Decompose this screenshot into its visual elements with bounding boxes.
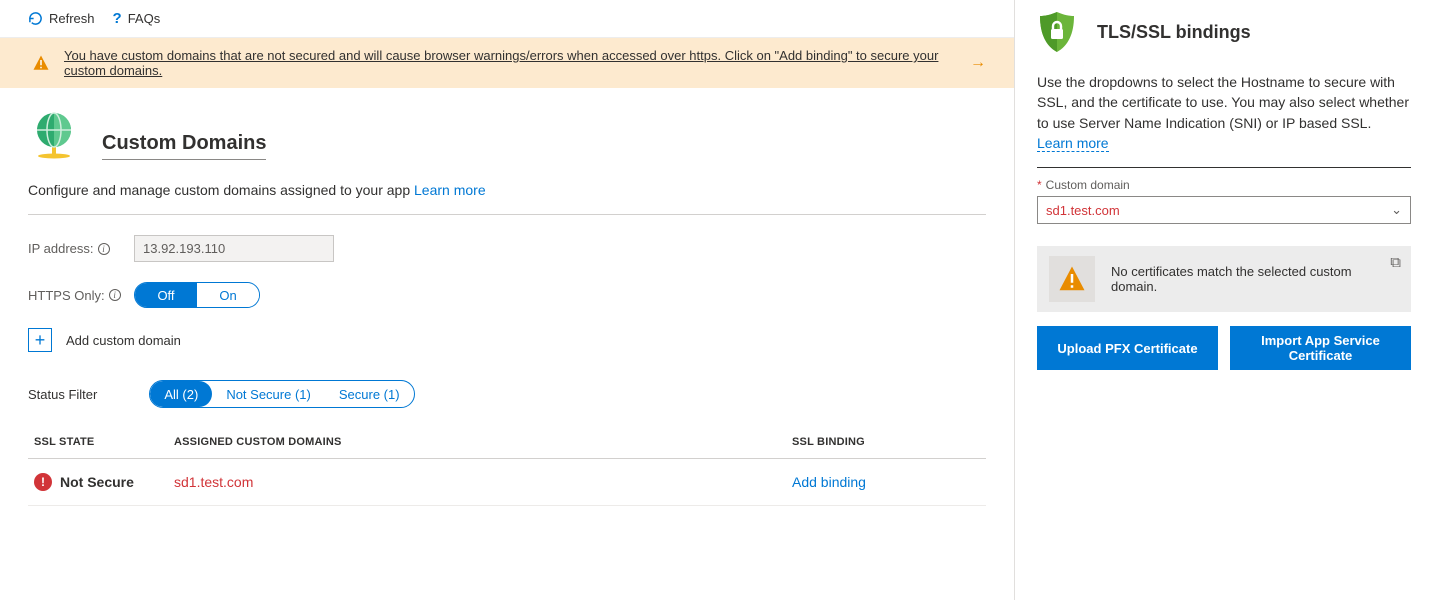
panel-button-row: Upload PFX Certificate Import App Servic… [1037, 326, 1411, 370]
divider [28, 214, 986, 215]
alert-icon: ! [34, 473, 52, 491]
main-area: Refresh ? FAQs You have custom domains t… [0, 0, 1015, 600]
page-header: Custom Domains [28, 108, 986, 160]
faqs-button[interactable]: ? FAQs [113, 10, 161, 27]
https-toggle[interactable]: Off On [134, 282, 260, 308]
refresh-icon [28, 11, 43, 26]
warning-icon [1057, 264, 1087, 294]
add-domain-label: Add custom domain [66, 333, 181, 348]
panel-header: TLS/SSL bindings [1037, 10, 1411, 54]
custom-domain-select[interactable]: sd1.test.com ⌄ [1037, 196, 1411, 224]
alert-icon-wrap [1049, 256, 1095, 302]
warning-icon [32, 54, 50, 72]
panel-desc: Use the dropdowns to select the Hostname… [1037, 72, 1411, 153]
info-icon[interactable]: i [109, 289, 121, 301]
add-binding-link[interactable]: Add binding [786, 459, 986, 506]
status-filter-row: Status Filter All (2) Not Secure (1) Sec… [28, 380, 986, 408]
add-domain-button[interactable]: + [28, 328, 52, 352]
globe-icon [28, 108, 80, 160]
learn-more-link[interactable]: Learn more [414, 182, 486, 199]
filter-secure[interactable]: Secure (1) [325, 381, 414, 407]
panel-divider [1037, 167, 1411, 168]
upload-pfx-button[interactable]: Upload PFX Certificate [1037, 326, 1218, 370]
required-asterisk: * [1037, 178, 1042, 192]
domain-cell[interactable]: sd1.test.com [168, 459, 786, 506]
col-binding: SSL BINDING [786, 426, 986, 459]
ip-label: IP address: i [28, 241, 124, 256]
ip-input[interactable] [134, 235, 334, 262]
filter-not-secure[interactable]: Not Secure (1) [212, 381, 325, 407]
custom-domain-label: *Custom domain [1037, 178, 1411, 192]
page-title: Custom Domains [102, 132, 266, 160]
toggle-off[interactable]: Off [135, 283, 197, 307]
import-cert-button[interactable]: Import App Service Certificate [1230, 326, 1411, 370]
ip-row: IP address: i [28, 235, 986, 262]
select-value: sd1.test.com [1046, 203, 1120, 218]
domains-table: SSL STATE ASSIGNED CUSTOM DOMAINS SSL BI… [28, 426, 986, 506]
status-filter[interactable]: All (2) Not Secure (1) Secure (1) [149, 380, 414, 408]
arrow-right-icon: → [970, 54, 986, 72]
popout-icon[interactable]: ⧉ [1390, 254, 1401, 271]
col-domain: ASSIGNED CUSTOM DOMAINS [168, 426, 786, 459]
refresh-button[interactable]: Refresh [28, 11, 95, 26]
alert-text: No certificates match the selected custo… [1111, 264, 1399, 294]
https-label: HTTPS Only: i [28, 288, 124, 303]
warning-link[interactable]: You have custom domains that are not sec… [64, 48, 946, 78]
panel-learn-more-link[interactable]: Learn more [1037, 135, 1109, 152]
side-panel: TLS/SSL bindings Use the dropdowns to se… [1015, 0, 1433, 600]
faqs-label: FAQs [128, 11, 161, 26]
question-icon: ? [113, 10, 122, 27]
content: Custom Domains Configure and manage cust… [0, 88, 1014, 506]
table-row: ! Not Secure sd1.test.com Add binding [28, 459, 986, 506]
refresh-label: Refresh [49, 11, 95, 26]
filter-all[interactable]: All (2) [150, 381, 212, 407]
page-desc: Configure and manage custom domains assi… [28, 182, 986, 198]
chevron-down-icon: ⌄ [1391, 202, 1402, 218]
https-row: HTTPS Only: i Off On [28, 282, 986, 308]
toggle-on[interactable]: On [197, 283, 259, 307]
table-header-row: SSL STATE ASSIGNED CUSTOM DOMAINS SSL BI… [28, 426, 986, 459]
warning-bar: You have custom domains that are not sec… [0, 38, 1014, 88]
toolbar: Refresh ? FAQs [0, 0, 1014, 38]
plus-icon: + [35, 330, 46, 351]
info-icon[interactable]: i [98, 243, 110, 255]
panel-title: TLS/SSL bindings [1097, 22, 1251, 43]
add-domain-row: + Add custom domain [28, 328, 986, 352]
shield-icon [1037, 10, 1077, 54]
ssl-state-cell: ! Not Secure [34, 473, 162, 491]
col-ssl-state: SSL STATE [28, 426, 168, 459]
no-cert-alert: No certificates match the selected custo… [1037, 246, 1411, 312]
status-filter-label: Status Filter [28, 387, 97, 402]
